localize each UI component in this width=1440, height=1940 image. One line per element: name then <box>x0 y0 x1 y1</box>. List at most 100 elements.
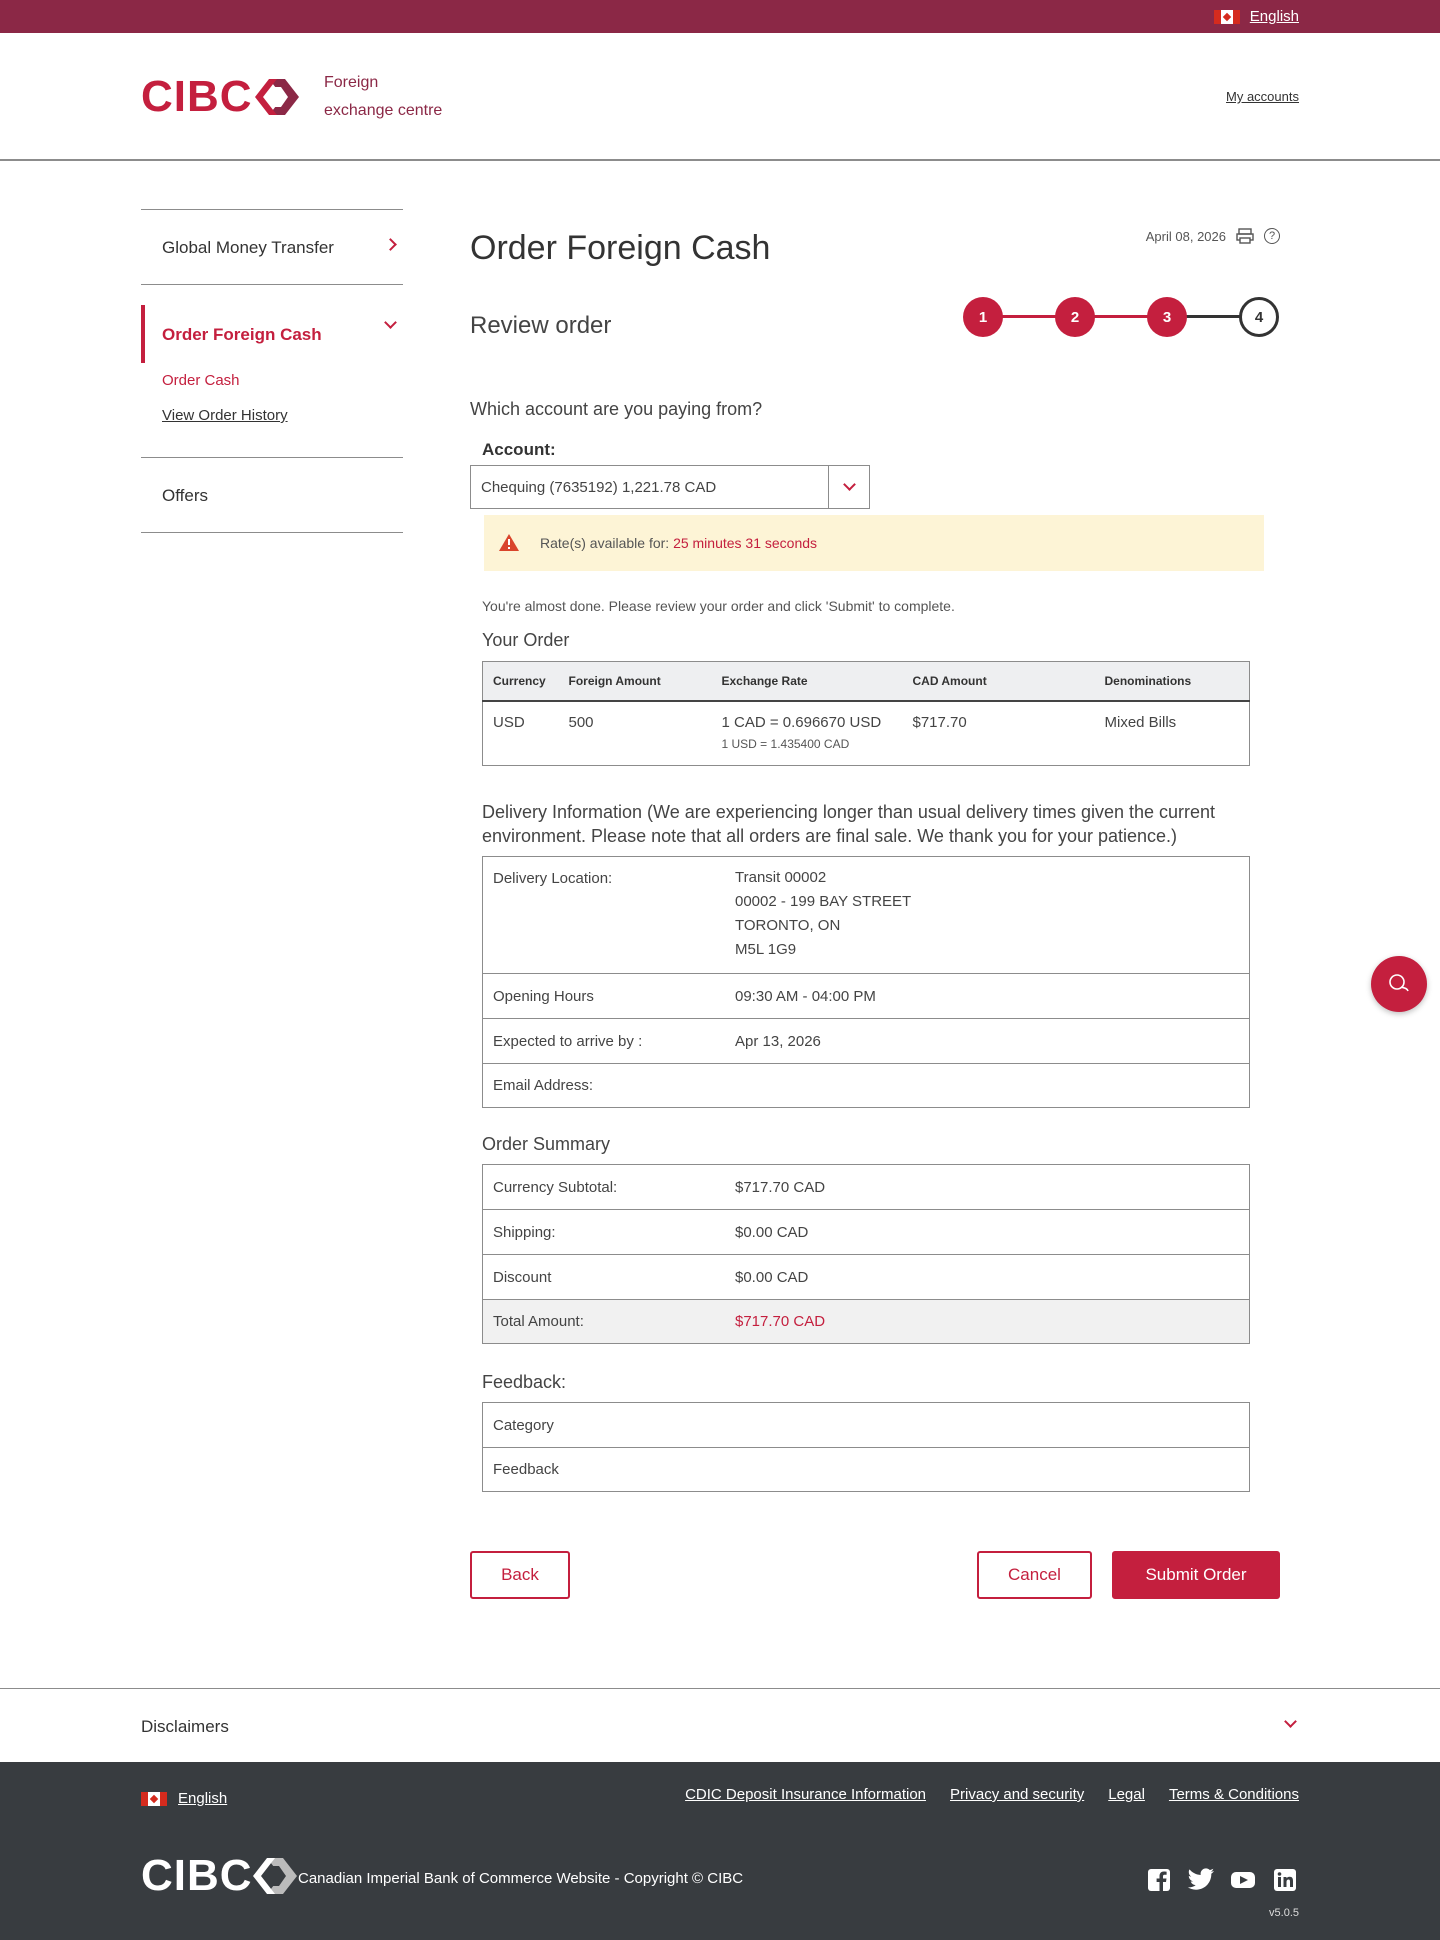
canada-flag-icon <box>1213 9 1240 24</box>
back-button[interactable]: Back <box>470 1551 570 1599</box>
step-title: Review order <box>470 312 612 339</box>
print-icon[interactable] <box>1236 227 1254 245</box>
opening-hours-label: Opening Hours <box>493 987 594 1005</box>
footer-language-link[interactable]: English <box>141 1790 227 1807</box>
sidebar-item-label[interactable]: Global Money Transfer <box>141 210 403 284</box>
subtotal-label: Currency Subtotal: <box>493 1178 618 1196</box>
cell-foreign-amount: 500 <box>568 714 594 731</box>
delivery-table: Delivery Location: Transit 00002 00002 -… <box>482 856 1250 1108</box>
chevron-down-icon[interactable] <box>828 466 869 508</box>
table-row: USD 500 1 CAD = 0.696670 USD 1 USD = 1.4… <box>483 701 1250 766</box>
feedback-text-label: Feedback <box>493 1461 559 1478</box>
my-accounts-link[interactable]: My accounts <box>1226 89 1299 104</box>
sidebar-subitem-view-order-history[interactable]: View Order History <box>162 398 403 433</box>
cell-denominations: Mixed Bills <box>1104 714 1177 731</box>
feedback-title: Feedback: <box>482 1372 567 1392</box>
your-order-title: Your Order <box>482 630 570 650</box>
chevron-down-icon[interactable] <box>1284 1715 1297 1728</box>
col-exchange-rate: Exchange Rate <box>711 661 903 702</box>
subtotal-row: Currency Subtotal: $717.70 CAD <box>483 1165 1249 1209</box>
sidebar-item-label[interactable]: Order Foreign Cash <box>141 305 403 363</box>
shipping-row: Shipping: $0.00 CAD <box>483 1209 1249 1254</box>
logo-wordmark: CIBC <box>141 72 253 121</box>
disclaimers-accordion[interactable]: Disclaimers <box>0 1688 1440 1762</box>
footer-link-cdic[interactable]: CDIC Deposit Insurance Information <box>685 1786 926 1803</box>
sidebar-item-order-foreign-cash[interactable]: Order Foreign Cash Order Cash View Order… <box>141 284 403 457</box>
table-header-row: Currency Foreign Amount Exchange Rate CA… <box>482 661 1250 702</box>
expected-arrival-label: Expected to arrive by : <box>493 1032 643 1050</box>
delivery-title: Delivery Information (We are experiencin… <box>482 802 1216 846</box>
submit-order-button[interactable]: Submit Order <box>1112 1551 1280 1599</box>
expected-arrival-row: Expected to arrive by : Apr 13, 2026 <box>483 1018 1249 1063</box>
youtube-icon[interactable] <box>1229 1866 1257 1894</box>
delivery-location-row: Delivery Location: Transit 00002 00002 -… <box>483 857 1249 973</box>
facebook-icon[interactable] <box>1145 1866 1173 1894</box>
step-3: 3 <box>1147 297 1187 337</box>
account-question: Which account are you paying from? <box>470 399 763 419</box>
footer-logo-wordmark: CIBC <box>141 1851 253 1900</box>
chat-button[interactable] <box>1371 956 1427 1012</box>
cell-currency: USD <box>493 714 525 731</box>
disclaimers-title[interactable]: Disclaimers <box>141 1717 229 1737</box>
social-links <box>1145 1866 1299 1894</box>
top-bar: English <box>0 0 1440 33</box>
language-label[interactable]: English <box>1250 8 1299 25</box>
review-instructions: You're almost done. Please review your o… <box>482 598 955 614</box>
language-link[interactable]: English <box>1213 8 1299 25</box>
rate-timer: 25 minutes 31 seconds <box>673 535 818 551</box>
footer-language-label[interactable]: English <box>178 1790 227 1807</box>
total-label: Total Amount: <box>493 1313 584 1330</box>
current-date: April 08, 2026 <box>1145 228 1226 244</box>
sidebar-subitem-order-cash[interactable]: Order Cash <box>162 363 403 398</box>
cell-cad-amount: $717.70 <box>912 714 967 731</box>
order-summary-title: Order Summary <box>482 1134 611 1154</box>
subbrand-line1: Foreign <box>324 74 379 91</box>
cibc-chevron-icon <box>254 79 299 115</box>
account-label: Account: <box>482 440 556 459</box>
canada-flag-icon <box>141 1791 167 1806</box>
rate-timer-alert: Rate(s) available for: 25 minutes 31 sec… <box>484 515 1264 571</box>
cibc-logo[interactable]: CIBC <box>141 75 299 119</box>
order-summary-table: Currency Subtotal: $717.70 CAD Shipping:… <box>482 1164 1250 1344</box>
total-value: $717.70 CAD <box>735 1313 826 1330</box>
col-denominations: Denominations <box>1094 661 1250 702</box>
account-select[interactable]: Chequing (7635192) 1,221.78 CAD <box>470 465 870 509</box>
address-line: Transit 00002 <box>735 869 827 886</box>
rate-inverse: 1 USD = 1.435400 CAD <box>721 737 850 751</box>
col-currency: Currency <box>482 661 559 702</box>
linkedin-icon[interactable] <box>1271 1866 1299 1894</box>
email-label: Email Address: <box>493 1077 594 1094</box>
sidebar-item-label[interactable]: Offers <box>141 458 403 532</box>
total-row: Total Amount: $717.70 CAD <box>483 1299 1249 1343</box>
account-select-value[interactable]: Chequing (7635192) 1,221.78 CAD <box>481 479 716 496</box>
step-2: 2 <box>1055 297 1095 337</box>
version-label: v5.0.5 <box>1269 1907 1299 1919</box>
email-row: Email Address: <box>483 1063 1249 1107</box>
cancel-button[interactable]: Cancel <box>977 1551 1092 1599</box>
address-line: M5L 1G9 <box>735 941 797 958</box>
discount-row: Discount $0.00 CAD <box>483 1254 1249 1299</box>
twitter-icon[interactable] <box>1187 1866 1215 1894</box>
footer-link-terms[interactable]: Terms & Conditions <box>1169 1786 1299 1803</box>
progress-stepper: 1 2 3 4 <box>963 295 1279 339</box>
discount-label: Discount <box>493 1268 552 1286</box>
col-cad-amount: CAD Amount <box>902 661 1095 702</box>
help-icon[interactable]: ? <box>1264 228 1280 244</box>
cibc-chevron-icon <box>252 1858 297 1894</box>
sidebar-item-offers[interactable]: Offers <box>141 457 403 533</box>
expected-arrival-value: Apr 13, 2026 <box>735 1032 821 1050</box>
subtotal-value: $717.70 CAD <box>735 1178 826 1196</box>
footer-link-legal[interactable]: Legal <box>1108 1786 1145 1803</box>
page-title: Order Foreign Cash <box>470 229 771 267</box>
feedback-text-row[interactable]: Feedback <box>483 1447 1249 1491</box>
date-row: April 08, 2026 ? <box>1146 227 1280 245</box>
footer-cibc-logo[interactable]: CIBC <box>141 1854 297 1898</box>
rate-main: 1 CAD = 0.696670 USD <box>721 714 882 731</box>
sidebar-item-global-money-transfer[interactable]: Global Money Transfer <box>141 209 403 284</box>
footer-link-privacy[interactable]: Privacy and security <box>950 1786 1084 1803</box>
col-foreign-amount: Foreign Amount <box>558 661 712 702</box>
alert-prefix: Rate(s) available for: <box>540 535 674 551</box>
feedback-table: Category Feedback <box>482 1402 1250 1492</box>
opening-hours-row: Opening Hours 09:30 AM - 04:00 PM <box>483 973 1249 1018</box>
feedback-category-row[interactable]: Category <box>483 1403 1249 1447</box>
